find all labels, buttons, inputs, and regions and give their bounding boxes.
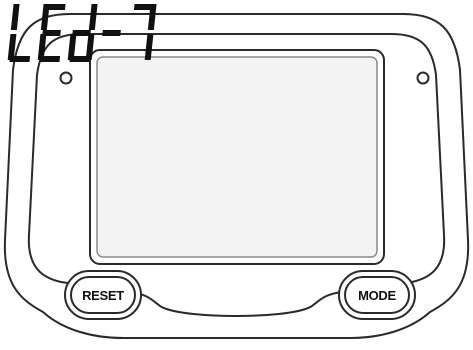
screw-left [59, 71, 73, 85]
seven-segment-readout [7, 4, 157, 62]
segment-char-d [67, 4, 98, 62]
segment-char-L [7, 4, 31, 62]
mode-button-label: MODE [358, 287, 396, 303]
reset-button-label: RESET [82, 287, 124, 303]
segment-char-E [37, 4, 66, 62]
lcd-device: RESET MODE [0, 0, 473, 350]
segment-char-dash [102, 30, 121, 36]
reset-button[interactable]: RESET [64, 270, 142, 320]
screw-right [416, 71, 430, 85]
mode-button[interactable]: MODE [338, 270, 416, 320]
lcd-screen [96, 56, 378, 258]
segment-char-7 [133, 4, 157, 60]
